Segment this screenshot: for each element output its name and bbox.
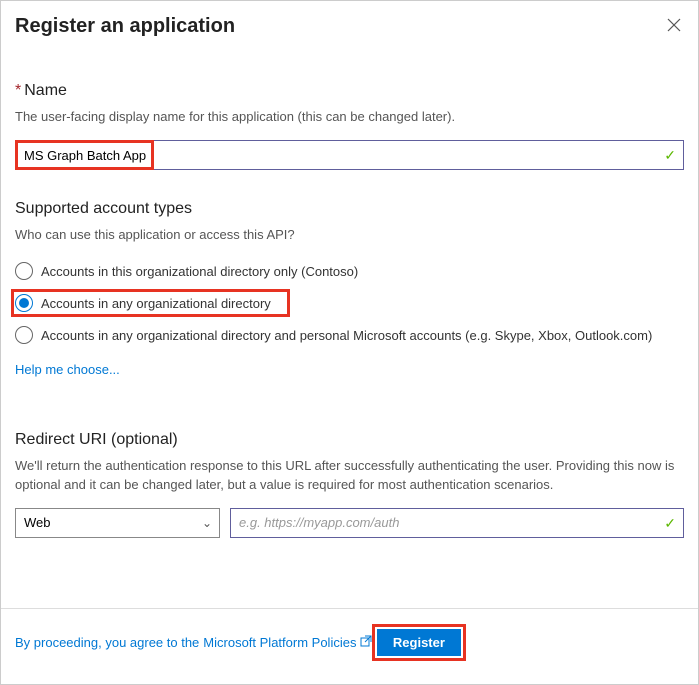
platform-select[interactable]: Web [15,508,220,538]
redirect-uri-input[interactable] [230,508,684,538]
account-types-label: Supported account types [15,200,684,218]
radio-multi-tenant-personal-label[interactable]: Accounts in any organizational directory… [41,328,652,343]
required-asterisk: * [15,82,21,99]
checkmark-icon: ✓ [664,147,676,164]
panel-title: Register an application [15,15,235,38]
close-button[interactable] [664,17,684,37]
name-label: *Name [15,82,684,100]
name-helper-text: The user-facing display name for this ap… [15,108,684,126]
redirect-uri-helper: We'll return the authentication response… [15,457,684,493]
checkmark-icon: ✓ [664,515,676,532]
radio-single-tenant-label[interactable]: Accounts in this organizational director… [41,264,358,279]
radio-multi-tenant-label[interactable]: Accounts in any organizational directory [41,296,271,311]
account-types-question: Who can use this application or access t… [15,226,684,244]
name-input[interactable] [15,140,684,170]
radio-multi-tenant-personal[interactable] [15,326,33,344]
close-icon [667,16,681,37]
platform-policies-link[interactable]: Microsoft Platform Policies [203,635,356,650]
radio-single-tenant[interactable] [15,262,33,280]
policy-prefix-text: By proceeding, you agree to the [15,635,199,650]
redirect-uri-label: Redirect URI (optional) [15,431,684,449]
external-link-icon [360,635,372,650]
help-me-choose-link[interactable]: Help me choose... [15,362,120,377]
radio-multi-tenant[interactable] [15,294,33,312]
register-button[interactable]: Register [377,629,461,656]
